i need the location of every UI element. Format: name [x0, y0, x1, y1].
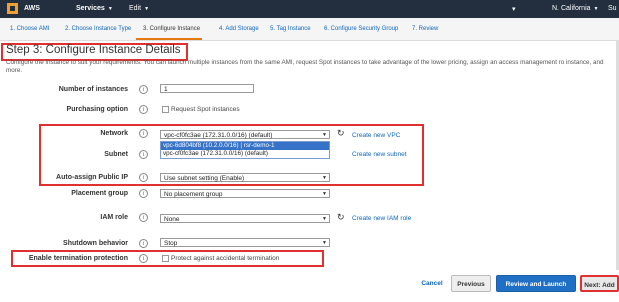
- network-option-default[interactable]: vpc-cf0fc3ae (172.31.0.0/16) (default): [161, 150, 329, 158]
- instances-input[interactable]: 1: [160, 84, 254, 93]
- services-menu[interactable]: Services ▼: [76, 5, 113, 12]
- chevron-down-icon: ▼: [322, 240, 327, 246]
- edit-label: Edit: [129, 5, 142, 12]
- purchasing-label: Purchasing option: [66, 106, 128, 113]
- termination-label: Enable termination protection: [28, 255, 128, 262]
- brand-label[interactable]: AWS: [24, 5, 40, 12]
- chevron-down-icon: ▼: [322, 132, 327, 138]
- placement-select[interactable]: No placement group ▼: [160, 189, 330, 198]
- info-icon[interactable]: i: [139, 189, 148, 198]
- create-iam-role-link[interactable]: Create new IAM role: [352, 215, 411, 222]
- page-title: Step 3: Configure Instance Details: [6, 44, 181, 56]
- info-icon[interactable]: i: [139, 85, 148, 94]
- iam-value: None: [164, 216, 180, 223]
- review-and-launch-button[interactable]: Review and Launch: [496, 275, 576, 292]
- create-subnet-link[interactable]: Create new subnet: [352, 151, 407, 158]
- refresh-icon[interactable]: ↻: [337, 128, 345, 139]
- chevron-down-icon: ▼: [144, 6, 150, 12]
- caret-down-icon[interactable]: ▾: [512, 5, 516, 13]
- termination-checkbox-label: Protect against accidental termination: [171, 255, 280, 262]
- page-intro: Configure the instance to suit your requ…: [6, 59, 604, 74]
- refresh-icon[interactable]: ↻: [337, 212, 345, 223]
- info-icon[interactable]: i: [139, 254, 148, 263]
- info-icon[interactable]: i: [139, 173, 148, 182]
- instances-label: Number of instances: [58, 86, 128, 93]
- step-add-storage[interactable]: 4. Add Storage: [219, 26, 259, 32]
- chevron-down-icon: ▼: [322, 216, 327, 222]
- placement-value: No placement group: [164, 191, 223, 198]
- spot-checkbox[interactable]: [162, 106, 169, 113]
- create-vpc-link[interactable]: Create new VPC: [352, 132, 400, 139]
- chevron-down-icon: ▼: [322, 191, 327, 197]
- chevron-down-icon: ▼: [322, 175, 327, 181]
- chevron-down-icon: ▼: [107, 6, 113, 12]
- wizard-steps: 1. Choose AMI 2. Choose Instance Type 3.…: [0, 18, 619, 41]
- network-dropdown-list: vpc-6d804bf8 (10.2.0.0/16) | rsr-demo-1 …: [160, 141, 330, 159]
- active-step-indicator: [136, 38, 202, 40]
- next-add-storage-button[interactable]: Next: Add: [580, 275, 619, 292]
- public-ip-value: Use subnet setting (Enable): [164, 175, 245, 182]
- iam-select[interactable]: None ▼: [160, 214, 330, 223]
- step-configure-instance[interactable]: 3. Configure Instance: [143, 26, 200, 32]
- cancel-button[interactable]: Cancel: [418, 275, 446, 292]
- info-icon[interactable]: i: [139, 129, 148, 138]
- shutdown-value: Stop: [164, 240, 178, 247]
- placement-label: Placement group: [71, 190, 128, 197]
- network-select[interactable]: vpc-cf0fc3ae (172.31.0.0/16) (default) ▼: [160, 130, 330, 139]
- subnet-label: Subnet: [104, 151, 128, 158]
- step-choose-ami[interactable]: 1. Choose AMI: [10, 26, 49, 32]
- edit-menu[interactable]: Edit ▼: [129, 5, 149, 12]
- info-icon[interactable]: i: [139, 239, 148, 248]
- step-tag-instance[interactable]: 5. Tag Instance: [270, 26, 311, 32]
- step-choose-instance-type[interactable]: 2. Choose Instance Type: [65, 26, 131, 32]
- public-ip-select[interactable]: Use subnet setting (Enable) ▼: [160, 173, 330, 182]
- aws-logo-icon[interactable]: [7, 3, 18, 14]
- network-value: vpc-cf0fc3ae (172.31.0.0/16) (default): [164, 132, 273, 139]
- network-option-rsr-demo[interactable]: vpc-6d804bf8 (10.2.0.0/16) | rsr-demo-1: [161, 142, 329, 150]
- region-selector[interactable]: N. California ▼: [552, 5, 598, 12]
- spot-checkbox-label: Request Spot instances: [171, 106, 240, 113]
- region-label: N. California: [552, 5, 591, 12]
- info-icon[interactable]: i: [139, 150, 148, 159]
- termination-checkbox[interactable]: [162, 255, 169, 262]
- network-label: Network: [100, 130, 128, 137]
- services-label: Services: [76, 5, 105, 12]
- info-icon[interactable]: i: [139, 105, 148, 114]
- info-icon[interactable]: i: [139, 213, 148, 222]
- shutdown-label: Shutdown behavior: [63, 240, 128, 247]
- public-ip-label: Auto-assign Public IP: [56, 174, 128, 181]
- step-review[interactable]: 7. Review: [412, 26, 438, 32]
- shutdown-select[interactable]: Stop ▼: [160, 238, 330, 247]
- iam-label: IAM role: [100, 214, 128, 221]
- user-menu[interactable]: Su: [608, 5, 617, 12]
- chevron-down-icon: ▼: [593, 6, 599, 12]
- previous-button[interactable]: Previous: [451, 275, 491, 292]
- step-configure-security-group[interactable]: 6. Configure Security Group: [324, 26, 398, 32]
- top-nav-bar: AWS Services ▼ Edit ▼ ▾ N. California ▼ Su: [0, 0, 619, 18]
